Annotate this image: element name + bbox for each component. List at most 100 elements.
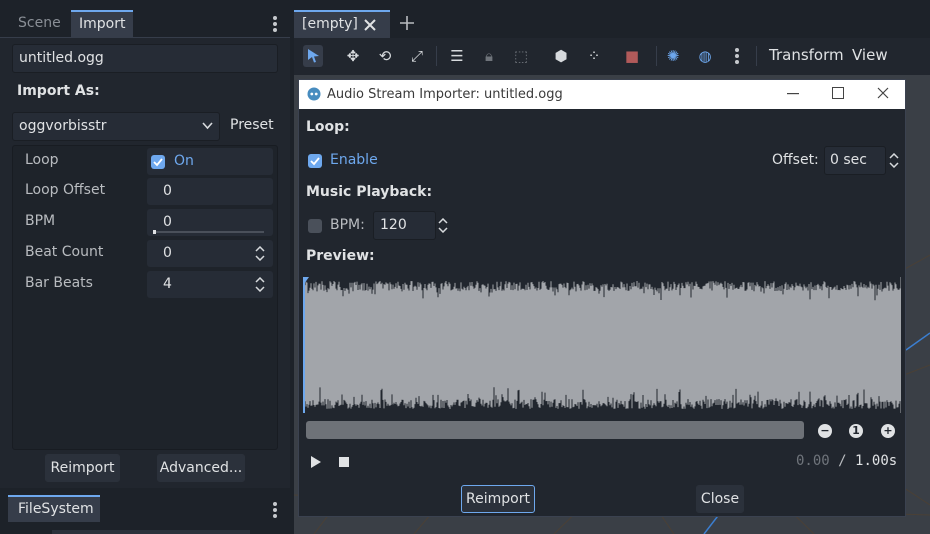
property-loop-offset: Loop Offset 0: [13, 178, 277, 207]
loop-value: On: [174, 153, 194, 169]
window-close-icon[interactable]: [877, 87, 889, 99]
select-mode-icon[interactable]: [307, 48, 320, 63]
tab-scene[interactable]: Scene: [10, 10, 69, 37]
dialog-title: Audio Stream Importer: untitled.ogg: [327, 87, 563, 102]
offset-value: 0 sec: [830, 152, 867, 168]
playhead-cursor[interactable]: [303, 277, 305, 413]
music-playback-label: Music Playback:: [306, 184, 433, 200]
rotate-mode-icon[interactable]: ⟲: [375, 46, 395, 66]
loop-offset-field[interactable]: 0: [147, 178, 273, 205]
godot-logo-icon: [307, 87, 321, 101]
advanced-button[interactable]: Advanced...: [157, 454, 245, 482]
mesh-icon[interactable]: ⬢: [551, 46, 571, 66]
property-label: Beat Count: [25, 244, 104, 260]
file-name-field[interactable]: untitled.ogg: [12, 44, 278, 73]
chevron-down-icon: [202, 122, 213, 130]
property-label: BPM: [25, 213, 56, 229]
filesystem-path-field: [52, 530, 250, 534]
spin-arrows-icon[interactable]: [255, 277, 265, 292]
preview-label: Preview:: [306, 248, 375, 264]
audio-importer-dialog: Audio Stream Importer: untitled.ogg Loop…: [298, 79, 906, 517]
playback-time: 0.00 / 1.00s: [796, 453, 897, 469]
bpm-label: BPM:: [330, 217, 365, 233]
stop-icon[interactable]: [339, 457, 349, 467]
camera-icon[interactable]: ■: [622, 46, 642, 66]
spin-arrows-icon[interactable]: [438, 218, 448, 233]
loop-checkbox[interactable]: On: [147, 148, 273, 175]
bar-beats-spinbox[interactable]: 4: [147, 271, 273, 298]
zoom-in-icon[interactable]: +: [881, 424, 895, 438]
time-total: 1.00s: [855, 453, 898, 469]
spin-arrows-icon[interactable]: [255, 246, 265, 261]
move-mode-icon[interactable]: ✥: [343, 46, 363, 66]
import-dock: Scene Import untitled.ogg Import As: ogg…: [0, 0, 290, 534]
property-label: Bar Beats: [25, 275, 93, 291]
waveform-preview[interactable]: [303, 277, 901, 413]
property-beat-count: Beat Count 0: [13, 240, 277, 269]
import-properties: Loop On Loop Offset 0 BPM 0 Beat Count 0: [12, 145, 278, 450]
dock-tabbar: Scene Import: [0, 0, 290, 37]
zoom-reset-button[interactable]: 1: [849, 424, 863, 438]
add-tab-icon[interactable]: [400, 16, 414, 30]
lock-icon[interactable]: 🔒︎: [479, 46, 499, 66]
beat-count-value: 0: [163, 245, 172, 261]
minimize-icon[interactable]: [787, 93, 799, 95]
loop-section-label: Loop:: [306, 119, 350, 135]
time-current: 0.00: [796, 453, 830, 469]
zoom-out-icon[interactable]: −: [818, 424, 832, 438]
snap-icon[interactable]: ⁘: [584, 46, 604, 66]
dialog-titlebar[interactable]: Audio Stream Importer: untitled.ogg: [299, 80, 905, 109]
close-button[interactable]: Close: [696, 485, 744, 513]
spin-arrows-icon[interactable]: [889, 153, 899, 168]
scale-mode-icon[interactable]: ⤢: [407, 46, 427, 66]
import-as-label: Import As:: [17, 83, 100, 99]
checkbox-checked-icon: [151, 155, 165, 169]
toolbar-menu-icon[interactable]: [735, 48, 739, 66]
bpm-checkbox[interactable]: [308, 219, 322, 233]
tab-filesystem[interactable]: FileSystem: [8, 495, 100, 522]
toolbar-separator: [756, 46, 757, 66]
scene-tab-label: [empty]: [302, 16, 358, 32]
environment-icon[interactable]: ◍: [695, 46, 715, 66]
reimport-button-dock[interactable]: Reimport: [45, 454, 120, 482]
property-label: Loop: [25, 152, 59, 168]
playhead-marker-icon[interactable]: [303, 277, 309, 284]
offset-spinbox[interactable]: 0 sec: [824, 146, 886, 175]
preview-scrollbar[interactable]: [306, 421, 804, 439]
filesystem-dock: FileSystem: [0, 488, 290, 534]
property-bpm: BPM 0: [13, 209, 277, 238]
bpm-value: 120: [380, 217, 407, 233]
maximize-icon[interactable]: [832, 87, 844, 99]
close-icon[interactable]: [364, 19, 376, 31]
property-bar-beats: Bar Beats 4: [13, 271, 277, 300]
bpm-slider-track[interactable]: [153, 231, 264, 233]
enable-checkbox[interactable]: [308, 154, 322, 168]
list-select-icon[interactable]: ☰: [447, 46, 467, 66]
play-icon[interactable]: [311, 456, 321, 468]
property-label: Loop Offset: [25, 182, 106, 198]
waveform: [303, 277, 901, 413]
dock-menu-icon[interactable]: [273, 16, 277, 34]
filesystem-menu-icon[interactable]: [273, 502, 277, 520]
group-icon[interactable]: ⬚: [511, 46, 531, 66]
bpm-slider-grabber[interactable]: [153, 230, 156, 234]
import-as-select[interactable]: oggvorbisstr: [12, 112, 220, 141]
scene-tab[interactable]: [empty]: [294, 10, 390, 38]
import-as-value: oggvorbisstr: [19, 118, 107, 134]
enable-label[interactable]: Enable: [330, 152, 378, 168]
sun-icon[interactable]: ✺: [663, 46, 683, 66]
property-loop: Loop On: [13, 147, 277, 176]
transform-menu[interactable]: Transform: [769, 46, 844, 64]
reimport-button[interactable]: Reimport: [461, 485, 535, 513]
preset-button[interactable]: Preset: [230, 117, 274, 133]
bpm-spinbox[interactable]: 120: [373, 211, 436, 240]
toolbar-separator: [656, 46, 657, 66]
bar-beats-value: 4: [163, 276, 172, 292]
time-separator: /: [838, 453, 847, 469]
tab-import[interactable]: Import: [71, 10, 134, 37]
toolbar-separator: [436, 46, 437, 66]
view-menu[interactable]: View: [852, 46, 888, 64]
dialog-button-bar: [299, 477, 905, 516]
beat-count-spinbox[interactable]: 0: [147, 240, 273, 267]
offset-label: Offset:: [772, 152, 819, 168]
